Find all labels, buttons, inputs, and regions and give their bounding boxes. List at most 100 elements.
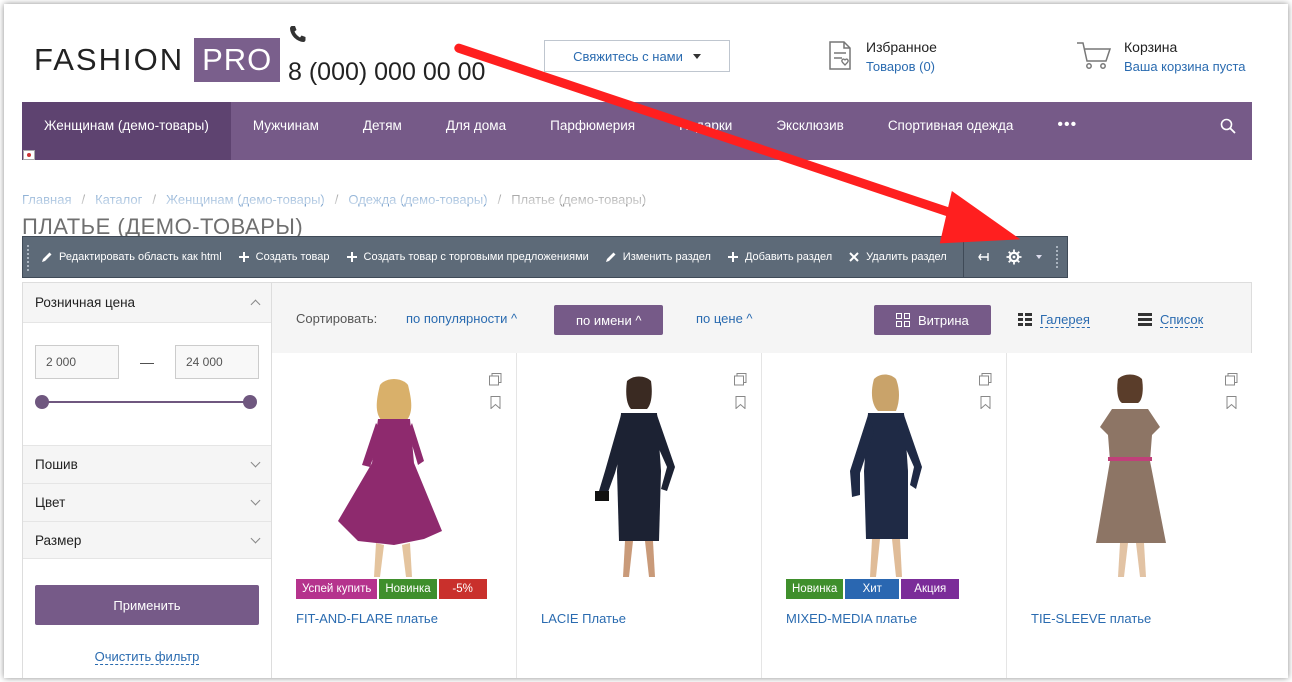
product-image[interactable] — [314, 371, 474, 581]
delete-section-button[interactable]: Удалить раздел — [848, 251, 947, 263]
product-image[interactable] — [559, 371, 719, 581]
nav-item-exclusive[interactable]: Эксклюзив — [754, 102, 865, 160]
product-card[interactable]: LACIE Платье — [517, 353, 762, 678]
filter-group-label: Пошив — [35, 457, 78, 472]
filter-group-size[interactable]: Размер — [23, 521, 271, 559]
product-name[interactable]: TIE-SLEEVE платье — [1031, 611, 1151, 626]
pencil-icon — [42, 252, 52, 262]
site-logo[interactable]: FASHION PRO — [34, 38, 281, 82]
add-section-button[interactable]: Добавить раздел — [727, 251, 832, 263]
bookmark-icon[interactable] — [1225, 396, 1238, 409]
filter-group-color[interactable]: Цвет — [23, 483, 271, 521]
search-icon[interactable] — [1220, 118, 1236, 134]
clear-filter-label: Очистить фильтр — [94, 649, 200, 665]
product-card[interactable]: Новинка Хит Акция MIXED-MEDIA платье — [762, 353, 1007, 678]
price-min-input[interactable]: 2 000 — [35, 345, 119, 379]
edit-section-label: Изменить раздел — [622, 251, 711, 263]
breadcrumb-separator: / — [334, 192, 339, 207]
product-image[interactable] — [804, 371, 964, 581]
sort-price[interactable]: по цене ^ — [696, 311, 753, 326]
filter-price-header[interactable]: Розничная цена — [23, 283, 271, 323]
filter-group-label: Размер — [35, 532, 82, 548]
breadcrumb-separator: / — [497, 192, 502, 207]
nav-item-kids[interactable]: Детям — [341, 102, 424, 160]
favorites-link[interactable]: Товаров (0) — [866, 59, 935, 74]
card-tools — [1225, 373, 1238, 409]
catalog-content: Сортировать: по популярности ^ по имени … — [272, 282, 1252, 678]
create-product-offers-button[interactable]: Создать товар с торговыми предложениями — [346, 251, 589, 263]
product-card[interactable]: TIE-SLEEVE платье — [1007, 353, 1252, 678]
apply-filter-button[interactable]: Применить — [35, 585, 259, 625]
phone-number[interactable]: 8 (000) 000 00 00 — [288, 58, 485, 87]
compare-icon[interactable] — [1225, 373, 1238, 386]
price-slider-max-handle[interactable] — [243, 395, 257, 409]
favorites-icon — [829, 41, 851, 70]
product-card[interactable]: Успей купить Новинка -5% FIT-AND-FLARE п… — [272, 353, 517, 678]
filter-price-title: Розничная цена — [35, 295, 136, 310]
clear-filter-link[interactable]: Очистить фильтр — [23, 649, 271, 665]
breadcrumb-link[interactable]: Одежда (демо-товары) — [348, 192, 487, 207]
price-slider-track[interactable] — [41, 401, 251, 403]
pin-icon[interactable] — [977, 251, 992, 263]
badge-hit: Хит — [845, 579, 900, 599]
nav-more-button[interactable]: ••• — [1035, 102, 1099, 160]
breadcrumb-separator: / — [81, 192, 86, 207]
product-name[interactable]: LACIE Платье — [541, 611, 626, 626]
price-slider-min-handle[interactable] — [35, 395, 49, 409]
drag-handle-icon[interactable] — [27, 245, 31, 271]
plus-icon — [346, 252, 357, 262]
nav-item-gifts[interactable]: Подарки — [657, 102, 754, 160]
price-max-input[interactable]: 24 000 — [175, 345, 259, 379]
breadcrumb-link[interactable]: Женщинам (демо-товары) — [166, 192, 325, 207]
view-gallery-button[interactable]: Галерея — [1018, 305, 1090, 335]
view-list-button[interactable]: Список — [1138, 305, 1204, 335]
list-icon — [1138, 313, 1152, 326]
compare-icon[interactable] — [734, 373, 747, 386]
drag-handle-icon[interactable] — [1055, 246, 1060, 268]
create-product-button[interactable]: Создать товар — [238, 251, 330, 263]
sort-popularity[interactable]: по популярности ^ — [406, 311, 517, 326]
gear-icon[interactable] — [1006, 249, 1022, 265]
bookmark-icon[interactable] — [979, 396, 992, 409]
edit-marker-icon[interactable] — [23, 150, 35, 160]
breadcrumb-link[interactable]: Главная — [22, 192, 71, 207]
view-showcase-button[interactable]: Витрина — [874, 305, 991, 335]
contact-us-label: Свяжитесь с нами — [573, 48, 683, 64]
bookmark-icon[interactable] — [734, 396, 747, 409]
cart-link[interactable]: Ваша корзина пуста — [1124, 59, 1246, 74]
view-gallery-label: Галерея — [1040, 312, 1090, 328]
filter-group-sewing[interactable]: Пошив — [23, 445, 271, 483]
plus-icon — [238, 252, 249, 262]
product-name[interactable]: FIT-AND-FLARE платье — [296, 611, 438, 626]
contact-us-button[interactable]: Свяжитесь с нами — [544, 40, 730, 72]
product-image[interactable] — [1050, 371, 1210, 581]
nav-item-men[interactable]: Мужчинам — [231, 102, 341, 160]
nav-item-home[interactable]: Для дома — [424, 102, 528, 160]
compare-icon[interactable] — [489, 373, 502, 386]
toolbar-divider — [962, 236, 964, 278]
product-grid: Успей купить Новинка -5% FIT-AND-FLARE п… — [272, 353, 1252, 678]
card-tools — [979, 373, 992, 409]
bookmark-icon[interactable] — [489, 396, 502, 409]
admin-toolbar: Редактировать область как html Создать т… — [22, 236, 1068, 278]
grid-icon — [896, 313, 910, 327]
chevron-down-icon[interactable] — [1035, 254, 1042, 260]
edit-html-button[interactable]: Редактировать область как html — [41, 251, 222, 263]
nav-item-women[interactable]: Женщинам (демо-товары) — [22, 102, 231, 160]
product-name[interactable]: MIXED-MEDIA платье — [786, 611, 917, 626]
pencil-icon — [605, 252, 616, 262]
product-badges: Успей купить Новинка -5% — [296, 579, 487, 599]
cart-icon — [1077, 42, 1112, 69]
cart-title: Корзина — [1124, 39, 1178, 55]
edit-section-button[interactable]: Изменить раздел — [605, 251, 711, 263]
card-tools — [734, 373, 747, 409]
view-showcase-label: Витрина — [918, 312, 969, 328]
browser-page: FASHION PRO 8 (000) 000 00 00 Свяжитесь … — [4, 4, 1288, 678]
breadcrumb-link[interactable]: Каталог — [95, 192, 142, 207]
sort-name[interactable]: по имени ^ — [554, 305, 664, 335]
create-product-label: Создать товар — [255, 251, 330, 263]
breadcrumb: Главная / Каталог / Женщинам (демо-товар… — [22, 192, 646, 207]
nav-item-sport[interactable]: Спортивная одежда — [866, 102, 1036, 160]
nav-item-perfume[interactable]: Парфюмерия — [528, 102, 657, 160]
compare-icon[interactable] — [979, 373, 992, 386]
